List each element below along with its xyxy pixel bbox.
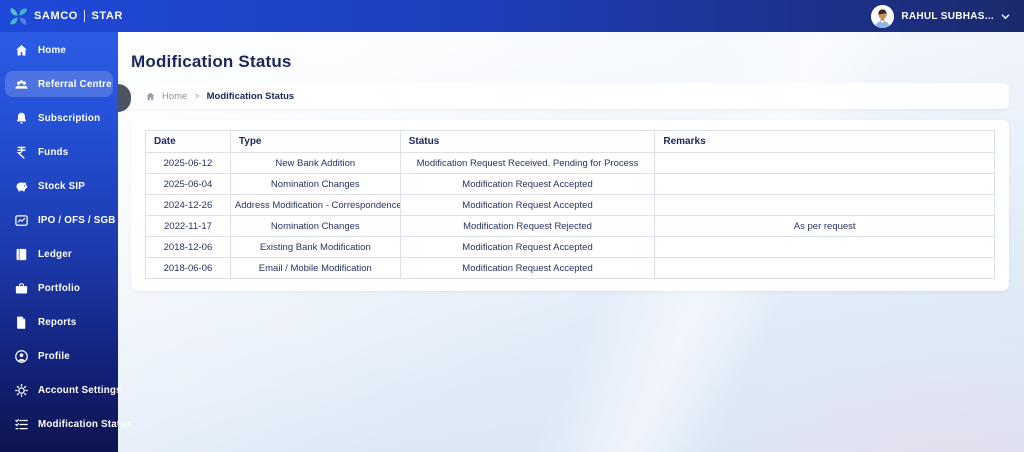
rupee-icon: [13, 144, 29, 160]
sidebar-item-label: Funds: [38, 146, 69, 158]
sidebar-nav: Home Referral Centre Subscription Funds …: [0, 32, 132, 452]
table-row: 2024-12-26 Address Modification - Corresp…: [145, 194, 995, 216]
sidebar-item-label: Referral Centre: [38, 78, 112, 90]
table-cell: 2025-06-04: [145, 173, 231, 195]
samco-pinwheel-logo-icon: [9, 7, 28, 26]
sidebar-item-label: IPO / OFS / SGB: [38, 214, 116, 226]
sidebar-item-label: Home: [38, 44, 67, 56]
column-header-date: Date: [145, 130, 231, 153]
table-cell: 2018-06-06: [145, 257, 231, 279]
modification-status-table: Date Type Status Remarks 2025-06-12 New Bank…: [145, 130, 995, 279]
sidebar-item-label: Reports: [38, 316, 77, 328]
main-content: Modification Status Home > Modification …: [118, 32, 1024, 452]
sidebar-item-funds[interactable]: Funds: [5, 139, 113, 165]
breadcrumb: Home > Modification Status: [131, 83, 1009, 109]
modification-status-card: Date Type Status Remarks 2025-06-12 New Bank…: [131, 120, 1009, 291]
user-avatar: [871, 4, 895, 28]
table-cell: 2025-06-12: [145, 152, 231, 174]
breadcrumb-separator: >: [194, 91, 200, 101]
table-row: 2025-06-04 Nomination Changes Modification…: [145, 173, 995, 195]
sidebar-item-modification-status[interactable]: Modification Status: [5, 411, 132, 437]
chart-icon: [13, 212, 29, 228]
table-cell: Existing Bank Modification: [229, 236, 401, 258]
table-cell: As per request: [654, 215, 995, 237]
table-cell: New Bank Addition: [229, 152, 401, 174]
table-cell: [654, 257, 995, 279]
column-header-status: Status: [399, 130, 656, 153]
sidebar-item-home[interactable]: Home: [5, 37, 113, 63]
user-icon: [13, 348, 29, 364]
checklist-icon: [13, 416, 29, 432]
table-cell: Modification Request Accepted: [399, 236, 656, 258]
sidebar-item-referral-centre[interactable]: Referral Centre: [5, 71, 113, 97]
table-cell: Modification Request Accepted: [399, 257, 656, 279]
breadcrumb-current: Modification Status: [206, 90, 295, 102]
table-cell: Email / Mobile Modification: [229, 257, 401, 279]
column-header-type: Type: [229, 130, 401, 153]
referral-icon: [13, 76, 29, 92]
sidebar-item-label: Stock SIP: [38, 180, 85, 192]
brand-name: SAMCO: [34, 10, 78, 22]
sidebar-item-reports[interactable]: Reports: [5, 309, 113, 335]
document-icon: [13, 314, 29, 330]
home-icon: [145, 91, 156, 102]
chevron-down-icon: [1001, 13, 1010, 20]
sidebar-item-label: Modification Status: [38, 418, 133, 430]
gear-icon: [13, 382, 29, 398]
piggy-bank-icon: [13, 178, 29, 194]
sidebar-item-ledger[interactable]: Ledger: [5, 241, 113, 267]
table-cell: Modification Request Rejected: [399, 215, 656, 237]
column-header-remarks: Remarks: [654, 130, 995, 153]
sidebar-item-label: Subscription: [38, 112, 101, 124]
brand-suffix: STAR: [91, 10, 123, 22]
book-icon: [13, 246, 29, 262]
table-row: 2018-12-06 Existing Bank Modification Modi…: [145, 236, 995, 258]
sidebar-item-stock-sip[interactable]: Stock SIP: [5, 173, 113, 199]
sidebar-item-label: Profile: [38, 350, 70, 362]
table-cell: 2018-12-06: [145, 236, 231, 258]
brand-divider: [83, 10, 86, 22]
table-header-row: Date Type Status Remarks: [145, 130, 995, 153]
table-cell: [654, 194, 995, 216]
sidebar-item-profile[interactable]: Profile: [5, 343, 113, 369]
user-menu[interactable]: RAHUL SUBHAS...: [871, 4, 1010, 28]
table-cell: Modification Request Accepted: [399, 173, 656, 195]
top-header-bar: SAMCO STAR RAHUL SUBHAS...: [0, 0, 1024, 32]
sidebar-item-label: Portfolio: [38, 282, 81, 294]
table-cell: [654, 236, 995, 258]
sidebar-item-label: Account Settings: [38, 384, 122, 396]
sidebar-item-ipo-ofs-sgb[interactable]: IPO / OFS / SGB: [5, 207, 116, 233]
sidebar-item-account-settings[interactable]: Account Settings: [5, 377, 122, 403]
table-cell: [654, 152, 995, 174]
sidebar-item-label: Ledger: [38, 248, 72, 260]
home-icon: [13, 42, 29, 58]
breadcrumb-home-link[interactable]: Home: [162, 91, 187, 102]
table-cell: Address Modification - Correspondence: [229, 194, 401, 216]
table-cell: 2024-12-26: [145, 194, 231, 216]
table-row: 2018-06-06 Email / Mobile Modification Mod…: [145, 257, 995, 279]
table-cell: Nomination Changes: [229, 215, 401, 237]
brand-logo[interactable]: SAMCO STAR: [0, 7, 122, 26]
table-cell: Modification Request Received. Pending f…: [399, 152, 656, 174]
sidebar-item-portfolio[interactable]: Portfolio: [5, 275, 113, 301]
sidebar-item-subscription[interactable]: Subscription: [5, 105, 113, 131]
page-title: Modification Status: [131, 52, 292, 71]
user-name: RAHUL SUBHAS...: [901, 10, 994, 22]
bell-icon: [13, 110, 29, 126]
table-cell: 2022-11-17: [145, 215, 231, 237]
table-row: 2022-11-17 Nomination Changes Modification…: [145, 215, 995, 237]
table-cell: [654, 173, 995, 195]
table-cell: Nomination Changes: [229, 173, 401, 195]
table-row: 2025-06-12 New Bank Addition Modification …: [145, 152, 995, 174]
briefcase-icon: [13, 280, 29, 296]
table-cell: Modification Request Accepted: [399, 194, 656, 216]
